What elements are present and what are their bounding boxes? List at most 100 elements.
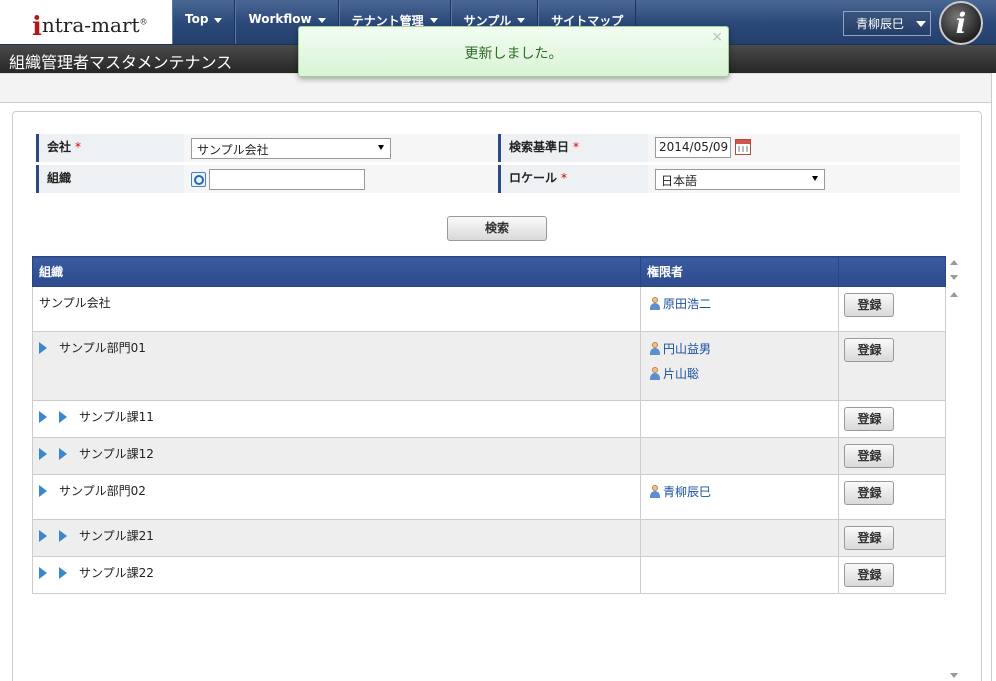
organization-table: 組織 権限者 サンプル会社 原田浩二 登録 サンプル部門01 円山益男 片山聡 登録 サンプル… [32,256,946,594]
organization-cell: サンプル課12 [32,437,641,475]
register-button[interactable]: 登録 [844,444,895,468]
chevron-down-icon [214,18,223,23]
search-date-input[interactable]: 2014/05/09 [655,137,731,158]
manager-link[interactable]: 片山聡 [649,365,838,382]
search-icon[interactable] [191,172,206,187]
chevron-down-icon [916,20,927,27]
action-cell: 登録 [838,474,946,520]
tree-expand-arrow-icon[interactable] [39,447,47,460]
organization-cell: サンプル部門02 [32,474,641,520]
table-row: サンプル部門02 青柳辰巳 登録 [32,474,946,520]
user-icon [649,367,661,380]
close-icon[interactable]: × [711,29,723,45]
dropdown-arrow-icon [812,176,818,181]
scroll-down-arrow-icon[interactable] [950,275,958,280]
company-label: 会社 * [36,134,184,162]
nav-item-0[interactable]: Top [172,0,236,44]
action-cell: 登録 [838,286,946,332]
organization-cell: サンプル課11 [32,400,641,438]
table-row: サンプル課11 登録 [32,400,946,438]
info-icon[interactable]: i [939,1,983,45]
table-scrollbar[interactable] [947,256,961,681]
toolbar-area [0,73,991,103]
locale-select[interactable]: 日本語 [655,169,825,190]
chevron-down-icon [317,18,326,23]
action-cell: 登録 [838,519,946,557]
manager-name: 青柳辰巳 [662,485,711,499]
chevron-down-icon [429,18,438,23]
date-label: 検索基準日 * [498,134,648,162]
chevron-down-icon [517,18,526,23]
calendar-icon[interactable] [735,139,751,155]
tree-expand-arrow-icon[interactable] [39,566,47,579]
table-row: サンプル課21 登録 [32,519,946,557]
action-cell: 登録 [838,400,946,438]
company-select[interactable]: サンプル会社 [191,138,391,159]
register-button[interactable]: 登録 [844,563,895,587]
tree-expand-arrow-icon[interactable] [59,529,67,542]
manager-link[interactable]: 原田浩二 [649,295,838,312]
organization-name: サンプル会社 [39,296,111,310]
organization-name: サンプル部門02 [59,484,146,498]
register-button[interactable]: 登録 [844,338,895,362]
organization-name: サンプル課22 [79,566,154,580]
tree-expand-arrow-icon[interactable] [39,341,47,354]
tree-expand-arrow-icon[interactable] [39,529,47,542]
manager-link[interactable]: 円山益男 [649,340,838,357]
table-row: サンプル課12 登録 [32,437,946,475]
organization-name: サンプル部門01 [59,341,146,355]
organization-cell: サンプル課21 [32,519,641,557]
organization-label: 組織 [36,165,184,193]
table-row: サンプル課22 登録 [32,556,946,594]
scroll-up-arrow-icon[interactable] [950,292,958,297]
action-cell: 登録 [838,556,946,594]
organization-name: サンプル課21 [79,529,154,543]
organization-cell: サンプル部門01 [32,331,641,401]
manager-cell [639,400,840,438]
user-icon [649,342,661,355]
dropdown-arrow-icon [378,145,384,150]
manager-cell [639,437,840,475]
manager-link[interactable]: 青柳辰巳 [649,483,838,500]
intra-mart-logo[interactable]: intra-mart® [0,0,173,44]
company-select-value: サンプル会社 [197,143,269,157]
table-row: サンプル部門01 円山益男 片山聡 登録 [32,331,946,401]
column-header-action [838,256,946,287]
manager-cell [639,556,840,594]
date-field-cell: 2014/05/09 [648,134,960,162]
logo-text: intra-mart® [32,12,148,42]
manager-name: 原田浩二 [662,297,711,311]
manager-cell: 青柳辰巳 [639,474,840,520]
manager-name: 円山益男 [662,342,711,356]
user-name: 青柳辰巳 [856,17,905,31]
organization-name: サンプル課11 [79,410,154,424]
page-title: 組織管理者マスタメンテナンス [9,53,233,72]
user-icon [649,485,661,498]
organization-input[interactable] [209,169,365,190]
organization-field-cell [184,165,498,193]
action-cell: 登録 [838,437,946,475]
tree-expand-arrow-icon[interactable] [59,566,67,579]
manager-name: 片山聡 [662,367,699,381]
register-button[interactable]: 登録 [844,481,895,505]
action-cell: 登録 [838,331,946,401]
table-row: サンプル会社 原田浩二 登録 [32,286,946,332]
locale-label: ロケール * [498,165,648,193]
manager-cell [639,519,840,557]
user-menu-button[interactable]: 青柳辰巳 [843,11,931,36]
register-button[interactable]: 登録 [844,526,895,550]
scroll-up-arrow-icon[interactable] [950,260,958,265]
scroll-down-arrow-icon[interactable] [950,673,958,678]
locale-select-value: 日本語 [661,174,698,188]
register-button[interactable]: 登録 [844,293,895,317]
tree-expand-arrow-icon[interactable] [39,410,47,423]
tree-expand-arrow-icon[interactable] [59,410,67,423]
tree-expand-arrow-icon[interactable] [59,447,67,460]
register-button[interactable]: 登録 [844,407,895,431]
organization-cell: サンプル課22 [32,556,641,594]
search-button[interactable]: 検索 [447,216,547,241]
manager-cell: 円山益男 片山聡 [639,331,840,401]
nav-item-label: Workflow [248,12,312,26]
tree-expand-arrow-icon[interactable] [39,484,47,497]
page-scroll-border [991,73,996,681]
